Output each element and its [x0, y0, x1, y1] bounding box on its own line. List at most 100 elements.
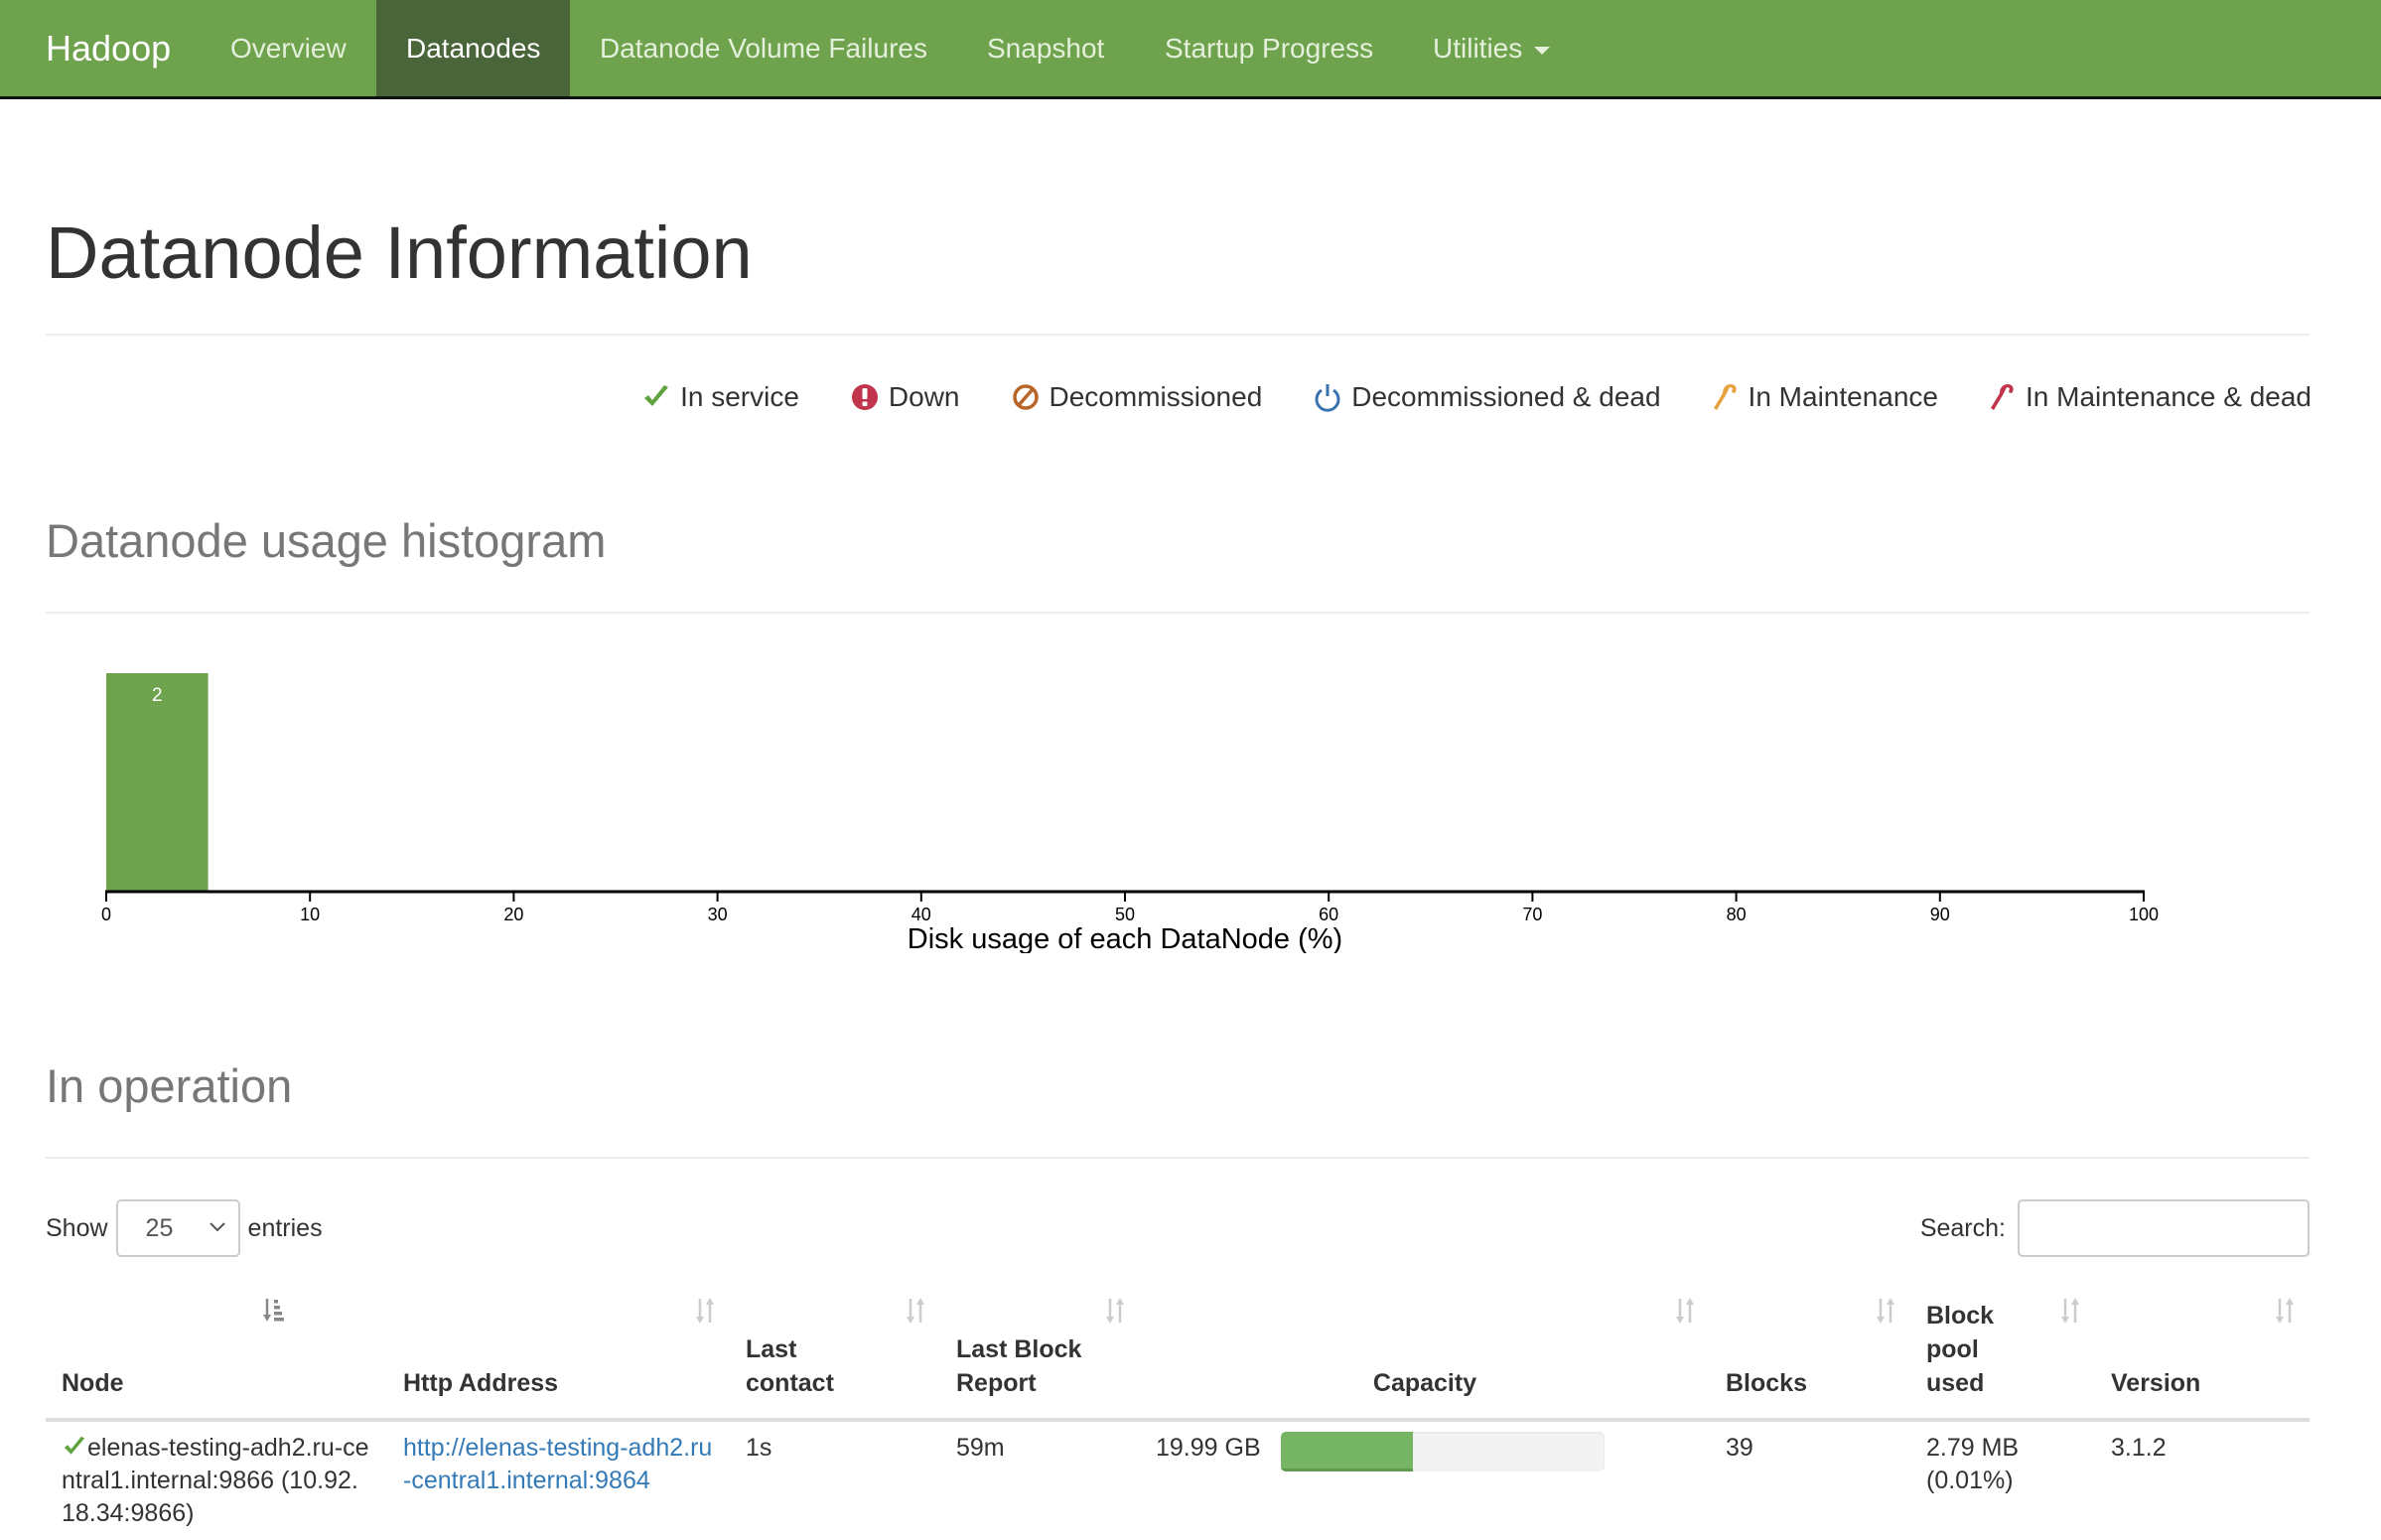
sort-both-icon	[696, 1298, 714, 1324]
nav-startup-progress[interactable]: Startup Progress	[1135, 0, 1403, 96]
search-label: Search:	[1919, 1213, 2006, 1242]
in-operation-title: In operation	[46, 1059, 293, 1112]
page-title: Datanode Information	[46, 211, 753, 294]
x-tick-label: 10	[300, 905, 320, 924]
cell-node: elenas-testing-adh2.ru-central1.internal…	[46, 1420, 387, 1540]
search-input[interactable]	[2018, 1199, 2310, 1257]
nav-overview[interactable]: Overview	[201, 0, 376, 96]
legend-decommissioned: Decommissioned	[1012, 381, 1263, 413]
search-control: Search:	[1920, 1199, 2310, 1257]
cell-http-address: http://elenas-testing-adh2.ru-central1.i…	[387, 1420, 730, 1540]
x-axis-label: Disk usage of each DataNode (%)	[908, 923, 1342, 953]
sort-both-icon	[2276, 1298, 2294, 1324]
show-label: Show	[46, 1213, 108, 1242]
column-header-last-block-report[interactable]: Last Block Report	[940, 1287, 1140, 1422]
legend-label: In service	[680, 381, 799, 412]
x-tick-label: 100	[2129, 905, 2159, 924]
legend-label: Decommissioned & dead	[1351, 381, 1661, 412]
usage-histogram-chart: 2 0 10 20 30 40 50 60 70 80 90 100 Disk usage of e…	[101, 673, 2159, 953]
capacity-progress-fill	[1280, 1432, 1414, 1471]
legend-in-service: In service	[642, 381, 799, 413]
sort-both-icon	[1676, 1298, 1694, 1324]
x-tick-label: 60	[1319, 905, 1338, 924]
column-header-block-pool-used[interactable]: Block pool used	[1910, 1287, 2095, 1422]
histogram-bar	[106, 673, 209, 892]
page-length-control: Show 25 entries	[46, 1199, 323, 1257]
chevron-down-icon	[209, 1222, 225, 1232]
nav-utilities-dropdown[interactable]: Utilities	[1403, 0, 1580, 96]
ban-icon	[1012, 384, 1039, 410]
divider	[46, 612, 2310, 614]
legend-label: Down	[888, 381, 960, 412]
legend-label: In Maintenance & dead	[2026, 381, 2311, 412]
capacity-progress	[1280, 1432, 1605, 1471]
column-label: Blocks	[1726, 1369, 1807, 1397]
x-tick-label: 30	[708, 905, 728, 924]
nav-datanode-volume-failures[interactable]: Datanode Volume Failures	[570, 0, 957, 96]
column-label: Block pool used	[1926, 1302, 1995, 1397]
column-label: Last contact	[746, 1335, 834, 1397]
legend-in-maintenance-dead: In Maintenance & dead	[1990, 381, 2311, 413]
cell-blocks: 39	[1726, 1434, 1753, 1462]
histogram-bars: 2	[106, 673, 209, 892]
x-tick-label: 90	[1930, 905, 1950, 924]
table-row: elenas-testing-adh2.ru-central1.internal…	[46, 1420, 2310, 1540]
legend-down: Down	[851, 381, 960, 413]
divider	[46, 334, 2310, 336]
http-address-link[interactable]: http://elenas-testing-adh2.ru-central1.i…	[403, 1434, 712, 1494]
x-tick-label: 40	[911, 905, 931, 924]
x-tick-label: 80	[1727, 905, 1747, 924]
node-name: elenas-testing-adh2.ru-central1.internal…	[62, 1434, 369, 1527]
exclamation-circle-icon	[851, 384, 878, 410]
entries-label: entries	[247, 1213, 323, 1242]
column-label: Http Address	[403, 1369, 559, 1397]
legend-label: Decommissioned	[1049, 381, 1263, 412]
x-axis-ticks: 0 10 20 30 40 50 60 70 80 90 100	[101, 892, 2159, 924]
top-navbar: Hadoop Overview Datanodes Datanode Volum…	[0, 0, 2381, 99]
wrench-icon	[1991, 384, 2014, 410]
x-tick-label: 20	[503, 905, 523, 924]
status-legend: In service Down Decommissioned Decommiss…	[591, 375, 2311, 419]
column-header-blocks[interactable]: Blocks	[1710, 1287, 1910, 1422]
brand-logo[interactable]: Hadoop	[46, 0, 171, 96]
caret-down-icon	[1534, 46, 1551, 55]
bar-count-label: 2	[152, 685, 163, 706]
legend-in-maintenance: In Maintenance	[1713, 381, 1938, 413]
legend-decommissioned-dead: Decommissioned & dead	[1314, 381, 1661, 413]
column-label: Last Block Report	[956, 1335, 1082, 1397]
column-header-node[interactable]: Node	[46, 1287, 387, 1422]
sort-both-icon	[1106, 1298, 1124, 1324]
column-label: Version	[2111, 1369, 2201, 1397]
cell-version: 3.1.2	[2111, 1434, 2167, 1462]
nav-snapshot[interactable]: Snapshot	[957, 0, 1134, 96]
power-icon	[1315, 384, 1340, 412]
page-length-value: 25	[145, 1213, 174, 1242]
check-icon	[644, 385, 669, 406]
cell-last-block-report: 59m	[956, 1434, 1005, 1462]
x-tick-label: 50	[1115, 905, 1135, 924]
cell-last-contact: 1s	[746, 1434, 772, 1462]
nav-datanodes[interactable]: Datanodes	[376, 0, 571, 96]
column-label: Capacity	[1372, 1369, 1477, 1397]
check-icon	[64, 1436, 85, 1455]
column-header-http-address[interactable]: Http Address	[387, 1287, 730, 1422]
histogram-title: Datanode usage histogram	[46, 514, 607, 567]
legend-label: In Maintenance	[1748, 381, 1939, 412]
column-header-version[interactable]: Version	[2095, 1287, 2310, 1422]
cell-block-pool-used: 2.79 MB (0.01%)	[1926, 1434, 2020, 1494]
capacity-value: 19.99 GB	[1156, 1434, 1261, 1462]
column-header-last-contact[interactable]: Last contact	[730, 1287, 940, 1422]
sort-both-icon	[907, 1298, 924, 1324]
x-tick-label: 0	[101, 905, 111, 924]
sort-ascending-icon	[263, 1299, 284, 1322]
cell-capacity: 19.99 GB	[1140, 1420, 1710, 1540]
table-header-row: Node Http Address Last contact Last Bloc…	[46, 1287, 2310, 1422]
datanodes-table: Node Http Address Last contact Last Bloc…	[46, 1287, 2310, 1540]
x-tick-label: 70	[1522, 905, 1542, 924]
column-header-capacity[interactable]: Capacity	[1140, 1287, 1710, 1422]
page-length-select[interactable]: 25	[115, 1199, 240, 1257]
column-label: Node	[62, 1369, 124, 1397]
sort-both-icon	[1877, 1298, 1894, 1324]
nav-utilities-label: Utilities	[1433, 33, 1523, 64]
divider	[46, 1157, 2310, 1159]
